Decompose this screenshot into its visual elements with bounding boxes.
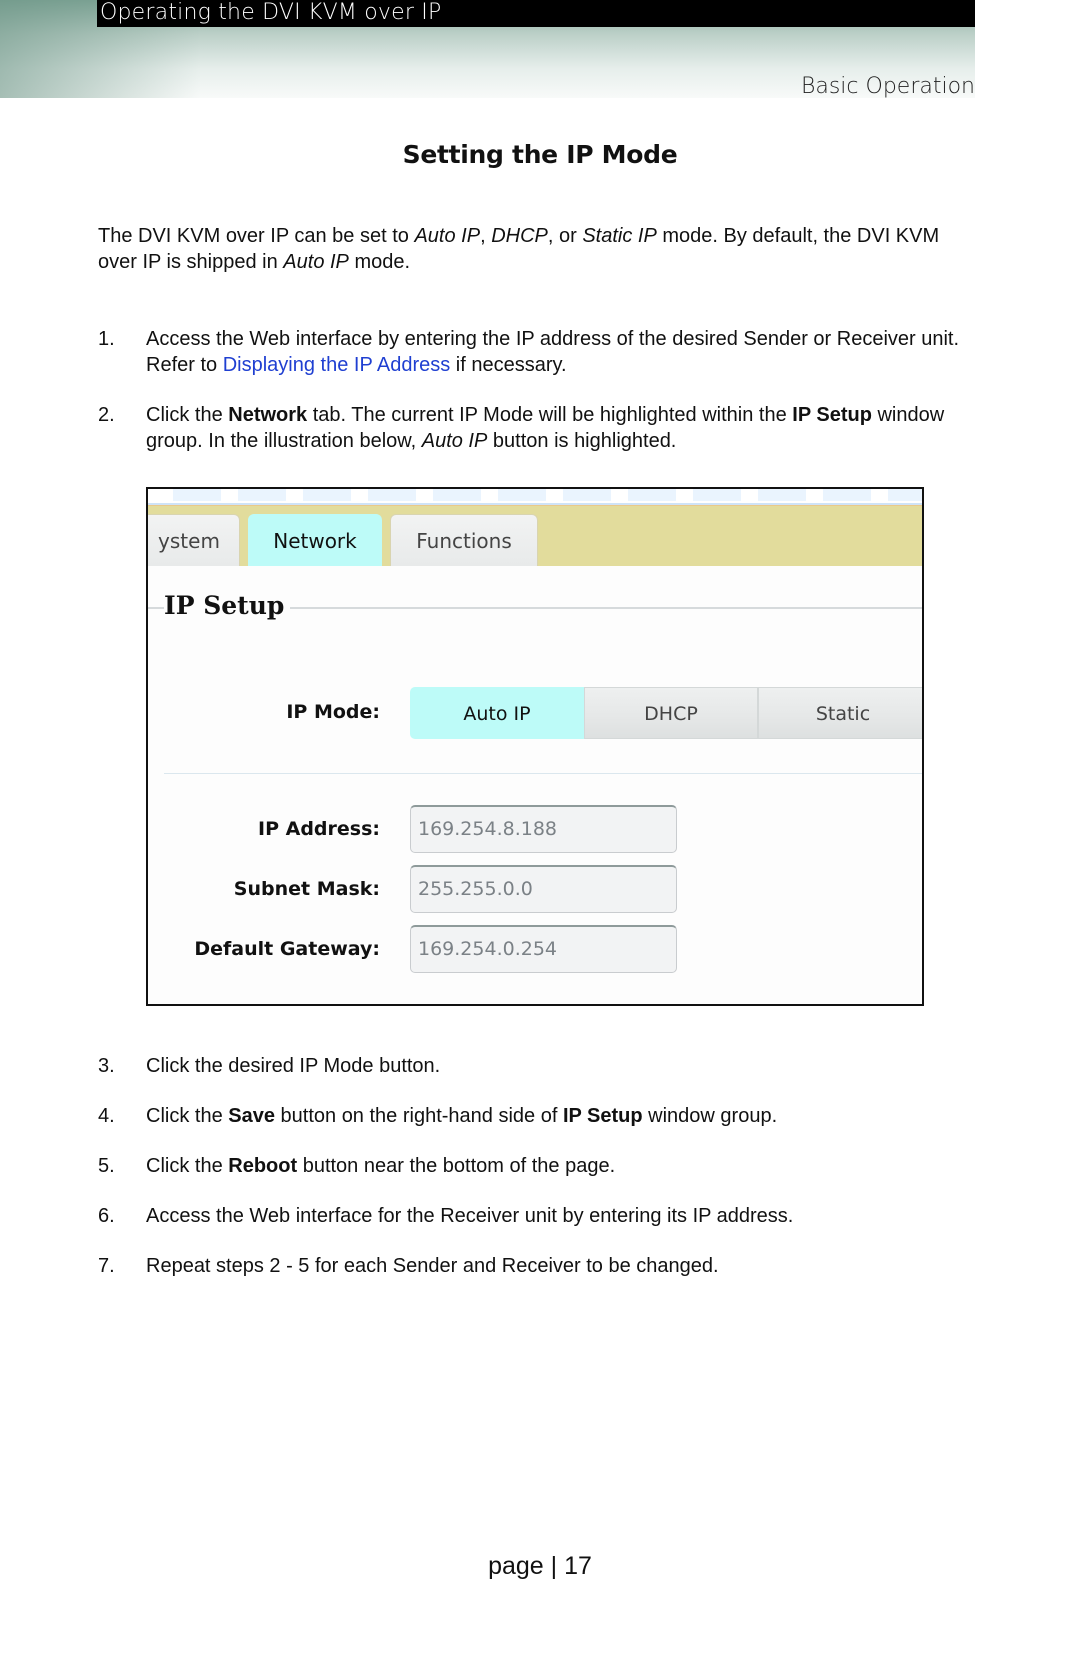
page-number: page | 17: [488, 1552, 592, 1580]
intro-text: , or: [547, 225, 583, 247]
step-number: 1.: [98, 328, 115, 350]
mode-auto-ip: Auto IP: [414, 225, 481, 247]
step-text-part: Click the: [146, 1105, 229, 1127]
section-name: Basic Operation: [800, 74, 975, 99]
mode-static-ip: Static IP: [582, 225, 657, 247]
step-text: Access the Web interface for the Receive…: [146, 1205, 794, 1227]
step-3: 3. Click the desired IP Mode button.: [98, 1053, 978, 1079]
step-number: 6.: [98, 1205, 115, 1227]
step-text-part: Click the: [146, 404, 229, 426]
save-term: Save: [228, 1105, 275, 1127]
step-text-part: if necessary.: [450, 354, 567, 376]
step-7: 7. Repeat steps 2 - 5 for each Sender an…: [98, 1253, 978, 1279]
step-text: Click the Save button on the right-hand …: [146, 1103, 978, 1129]
subnet-mask-input[interactable]: 255.255.0.0: [410, 865, 677, 913]
auto-ip-term: Auto IP: [421, 430, 488, 452]
tab-system[interactable]: ystem: [148, 514, 240, 566]
auto-ip-button[interactable]: Auto IP: [410, 687, 584, 739]
step-text: Click the Reboot button near the bottom …: [146, 1153, 978, 1179]
step-text-part: tab. The current IP Mode will be highlig…: [307, 404, 793, 426]
step-text: Access the Web interface by entering the…: [146, 326, 978, 378]
step-text-part: Click the: [146, 1155, 229, 1177]
default-gateway-input[interactable]: 169.254.0.254: [410, 925, 677, 973]
step-2: 2. Click the Network tab. The current IP…: [98, 402, 978, 454]
intro-text: ,: [480, 225, 492, 247]
subnet-mask-label: Subnet Mask:: [233, 878, 380, 900]
intro-text: The DVI KVM over IP can be set to: [98, 225, 415, 247]
mode-dhcp: DHCP: [491, 225, 548, 247]
displaying-ip-address-link[interactable]: Displaying the IP Address: [223, 354, 451, 376]
ip-setup-term: IP Setup: [562, 1105, 643, 1127]
tab-bar: ystem Network Functions: [148, 505, 922, 566]
step-number: 2.: [98, 404, 115, 426]
network-settings-screenshot: ystem Network Functions IP Setup IP Mode…: [146, 487, 924, 1006]
step-text: Repeat steps 2 - 5 for each Sender and R…: [146, 1255, 719, 1277]
browser-strip: [148, 489, 922, 505]
step-6: 6. Access the Web interface for the Rece…: [98, 1203, 978, 1229]
step-text: Click the Network tab. The current IP Mo…: [146, 402, 978, 454]
step-1: 1. Access the Web interface by entering …: [98, 326, 978, 378]
mode-auto-ip: Auto IP: [283, 251, 349, 273]
ip-setup-term: IP Setup: [792, 404, 872, 426]
intro-paragraph: The DVI KVM over IP can be set to Auto I…: [98, 223, 978, 275]
ip-address-label: IP Address:: [258, 818, 380, 840]
tab-network[interactable]: Network: [248, 514, 382, 566]
section-divider: [164, 773, 922, 774]
reboot-term: Reboot: [228, 1155, 298, 1177]
ip-setup-group-title: IP Setup: [164, 591, 291, 620]
ip-mode-label: IP Mode:: [286, 701, 380, 723]
step-number: 4.: [98, 1105, 115, 1127]
step-5: 5. Click the Reboot button near the bott…: [98, 1153, 978, 1179]
step-text: Click the desired IP Mode button.: [146, 1055, 441, 1077]
step-number: 3.: [98, 1055, 115, 1077]
step-number: 5.: [98, 1155, 115, 1177]
step-text-part: button near the bottom of the page.: [297, 1155, 616, 1177]
ip-address-input[interactable]: 169.254.8.188: [410, 805, 677, 853]
dhcp-button[interactable]: DHCP: [584, 687, 758, 739]
step-text-part: button is highlighted.: [487, 430, 677, 452]
tab-functions[interactable]: Functions: [390, 514, 538, 566]
static-button[interactable]: Static: [758, 687, 922, 739]
intro-text: mode.: [348, 251, 411, 273]
network-term: Network: [228, 404, 308, 426]
step-text-part: window group.: [642, 1105, 778, 1127]
step-number: 7.: [98, 1255, 115, 1277]
default-gateway-label: Default Gateway:: [194, 938, 380, 960]
step-text-part: button on the right-hand side of: [274, 1105, 563, 1127]
chapter-header: Operating the DVI KVM over IP: [97, 0, 975, 27]
step-4: 4. Click the Save button on the right-ha…: [98, 1103, 978, 1129]
page-title: Setting the IP Mode: [402, 140, 678, 169]
